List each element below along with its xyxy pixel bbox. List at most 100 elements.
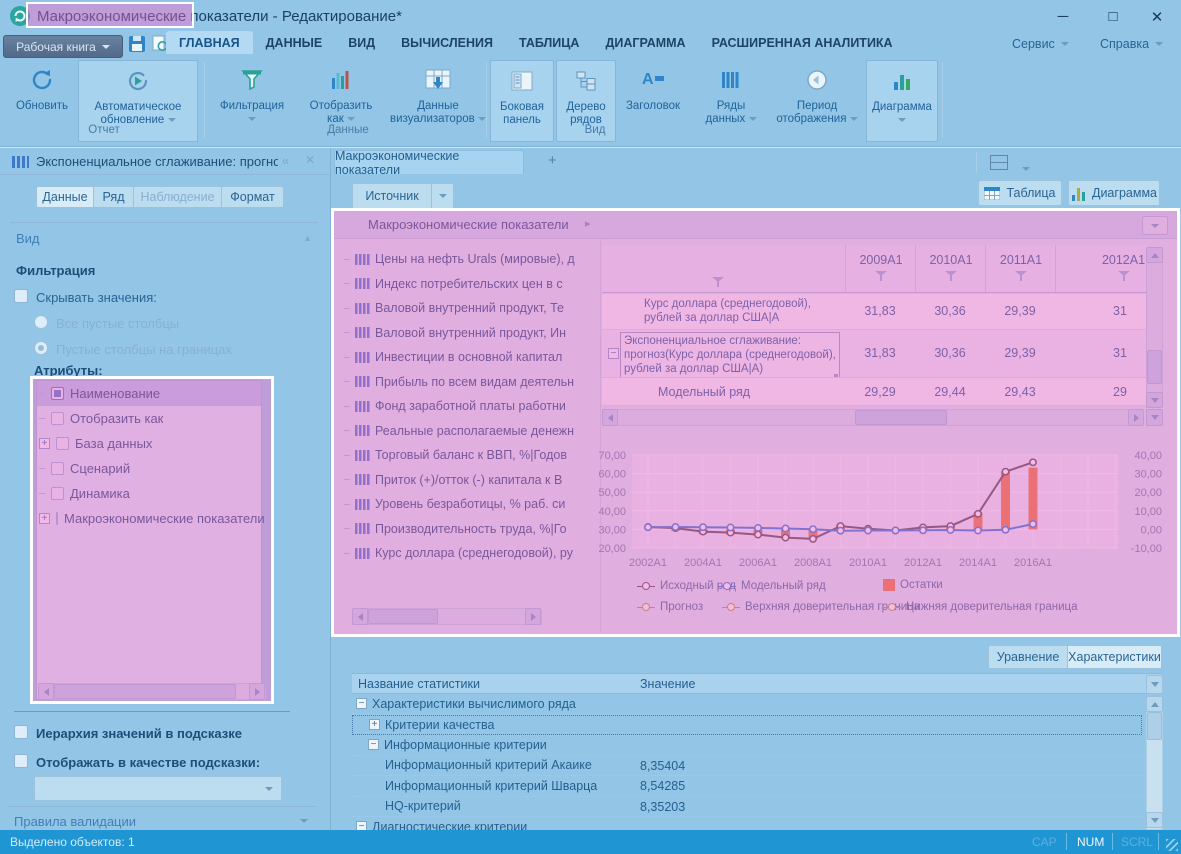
tooltip-dropdown[interactable] bbox=[34, 776, 282, 801]
list-item[interactable]: Цены на нефть Urals (мировые), д bbox=[344, 247, 598, 272]
scroll-down-icon[interactable] bbox=[1146, 392, 1163, 408]
list-item[interactable]: Реальные располагаемые денежн bbox=[344, 419, 598, 444]
list-item[interactable]: Сценарий bbox=[37, 456, 261, 481]
tab-glavnaya[interactable]: ГЛАВНАЯ bbox=[166, 31, 253, 54]
list-item[interactable]: Индекс потребительских цен в с bbox=[344, 272, 598, 297]
table-row[interactable]: −Информационные критерии bbox=[352, 735, 1142, 756]
stats-header-dropdown[interactable] bbox=[1146, 675, 1163, 694]
scroll-down-icon[interactable] bbox=[1146, 812, 1163, 828]
checkbox-icon[interactable] bbox=[51, 412, 64, 425]
list-item[interactable]: Фонд заработной платы работни bbox=[344, 394, 598, 419]
list-item[interactable]: Валовой внутренний продукт, Те bbox=[344, 296, 598, 321]
list-item[interactable]: Наименование bbox=[37, 381, 261, 406]
list-item[interactable]: Торговый баланс к ВВП, %|Годов bbox=[344, 443, 598, 468]
column-header[interactable]: 2012A1 bbox=[1055, 245, 1146, 293]
visualizer-menu-dropdown[interactable] bbox=[1142, 216, 1168, 235]
document-tab[interactable]: Макроэкономические показатели bbox=[334, 150, 524, 174]
table-row[interactable]: −Характеристики вычислимого ряда bbox=[352, 694, 1142, 715]
column-header[interactable]: 2011A1 bbox=[985, 245, 1056, 293]
tab-vychisleniya[interactable]: ВЫЧИСЛЕНИЯ bbox=[388, 31, 506, 54]
scroll-up-icon[interactable] bbox=[1146, 696, 1163, 712]
table-row-selected[interactable]: − Экспоненциальное сглаживание: прогноз(… bbox=[602, 330, 1146, 378]
service-menu[interactable]: Сервис bbox=[1012, 37, 1069, 51]
left-tab-series[interactable]: Ряд bbox=[94, 186, 134, 208]
hierarchy-tooltip-checkbox[interactable] bbox=[14, 725, 28, 739]
list-item[interactable]: Прибыль по всем видам деятельн bbox=[344, 370, 598, 395]
expand-plus-icon[interactable]: + bbox=[369, 719, 380, 730]
tab-tablitsa[interactable]: ТАБЛИЦА bbox=[506, 31, 592, 54]
list-item[interactable]: Приток (+)/отток (-) капитала к В bbox=[344, 468, 598, 493]
section-validation[interactable]: Правила валидации bbox=[8, 806, 316, 830]
scroll-left-icon[interactable] bbox=[602, 409, 618, 426]
list-item[interactable]: + Макроэкономические показатели bbox=[37, 506, 261, 531]
filter-icon[interactable] bbox=[875, 271, 887, 281]
legend-item[interactable]: Нижняя доверительная граница bbox=[883, 601, 1078, 613]
hide-values-checkbox[interactable] bbox=[14, 289, 28, 303]
close-panel-icon[interactable]: ✕ bbox=[305, 153, 315, 167]
section-view[interactable]: Вид▴ bbox=[10, 222, 318, 248]
table-row[interactable]: HQ-критерий8,35203 bbox=[352, 797, 1142, 818]
tab-dannye[interactable]: ДАННЫЕ bbox=[253, 31, 336, 54]
scrollbar-thumb[interactable] bbox=[54, 684, 236, 699]
legend-item[interactable]: Прогноз bbox=[637, 601, 703, 613]
table-row[interactable]: Информационный критерий Акаике8,35404 bbox=[352, 756, 1142, 777]
maximize-button[interactable]: □ bbox=[1098, 8, 1128, 25]
list-item[interactable]: Курс доллара (среднегодовой), ру bbox=[344, 541, 598, 566]
list-item[interactable]: Валовой внутренний продукт, Ин bbox=[344, 321, 598, 346]
tab-vid[interactable]: ВИД bbox=[335, 31, 388, 54]
workbook-menu-button[interactable]: Рабочая книга bbox=[3, 35, 123, 58]
scroll-right-icon[interactable] bbox=[525, 608, 541, 625]
column-header[interactable]: 2010A1 bbox=[915, 245, 986, 293]
checkbox-icon[interactable] bbox=[56, 512, 58, 525]
help-menu[interactable]: Справка bbox=[1100, 37, 1163, 51]
column-header[interactable]: 2009A1 bbox=[845, 245, 916, 293]
stats-col-value[interactable]: Значение bbox=[640, 677, 695, 691]
scroll-right-icon[interactable] bbox=[249, 683, 265, 700]
source-dropdown[interactable] bbox=[432, 183, 454, 209]
chevron-down-icon[interactable] bbox=[1022, 160, 1030, 178]
close-button[interactable]: ✕ bbox=[1142, 8, 1172, 26]
filter-icon[interactable] bbox=[1118, 271, 1130, 281]
display-period-button[interactable]: Периодотображения bbox=[770, 60, 864, 142]
left-tab-format[interactable]: Формат bbox=[222, 186, 284, 208]
checkbox-checked-icon[interactable] bbox=[51, 387, 64, 400]
scroll-right-icon[interactable] bbox=[1128, 409, 1144, 426]
scrollbar-thumb[interactable] bbox=[1147, 350, 1162, 384]
filter-icon[interactable] bbox=[1015, 271, 1027, 281]
chart-ribbon-button[interactable]: Диаграмма bbox=[866, 60, 938, 142]
list-item[interactable]: Отобразить как bbox=[37, 406, 261, 431]
minimize-button[interactable]: ─ bbox=[1048, 8, 1078, 25]
scroll-left-icon[interactable] bbox=[352, 608, 368, 625]
collapse-minus-icon[interactable]: − bbox=[368, 739, 379, 750]
checkbox-icon[interactable] bbox=[51, 462, 64, 475]
list-item[interactable]: Инвестиции в основной капитал bbox=[344, 345, 598, 370]
table-row[interactable]: Модельный ряд 29,29 29,44 29,43 29 bbox=[602, 378, 1146, 406]
scroll-down-icon[interactable] bbox=[1146, 409, 1163, 426]
collapse-minus-icon[interactable]: − bbox=[356, 698, 367, 709]
show-as-tooltip-checkbox[interactable] bbox=[14, 754, 28, 768]
list-item[interactable]: Динамика bbox=[37, 481, 261, 506]
equation-button[interactable]: Уравнение bbox=[988, 645, 1068, 669]
attributes-listbox[interactable]: Наименование Отобразить как + База данны… bbox=[36, 380, 262, 700]
scrollbar-thumb[interactable] bbox=[855, 410, 947, 425]
legend-item[interactable]: Модельный ряд bbox=[718, 580, 826, 592]
expand-plus-icon[interactable]: + bbox=[39, 513, 50, 524]
table-view-button[interactable]: Таблица bbox=[978, 180, 1062, 206]
resize-grip[interactable] bbox=[1166, 839, 1178, 851]
source-button[interactable]: Источник bbox=[352, 183, 432, 209]
layout-icon[interactable] bbox=[990, 155, 1008, 170]
scroll-up-icon[interactable] bbox=[1146, 247, 1163, 263]
checkbox-icon[interactable] bbox=[56, 437, 69, 450]
list-item[interactable]: Производительность труда, %|Го bbox=[344, 517, 598, 542]
filter-icon[interactable] bbox=[945, 271, 957, 281]
list-item[interactable]: + База данных bbox=[37, 431, 261, 456]
new-tab-icon[interactable]: + bbox=[548, 152, 557, 169]
left-tab-data[interactable]: Данные bbox=[36, 186, 94, 208]
characteristics-button[interactable]: Характеристики bbox=[1068, 645, 1162, 669]
scrollbar-thumb[interactable] bbox=[368, 609, 438, 624]
expand-plus-icon[interactable]: + bbox=[39, 438, 50, 449]
legend-item[interactable]: Остатки bbox=[883, 579, 943, 591]
scroll-left-icon[interactable] bbox=[38, 683, 54, 700]
table-row-focused[interactable]: +Критерии качества bbox=[352, 715, 1142, 736]
list-item[interactable]: Уровень безработицы, % раб. си bbox=[344, 492, 598, 517]
